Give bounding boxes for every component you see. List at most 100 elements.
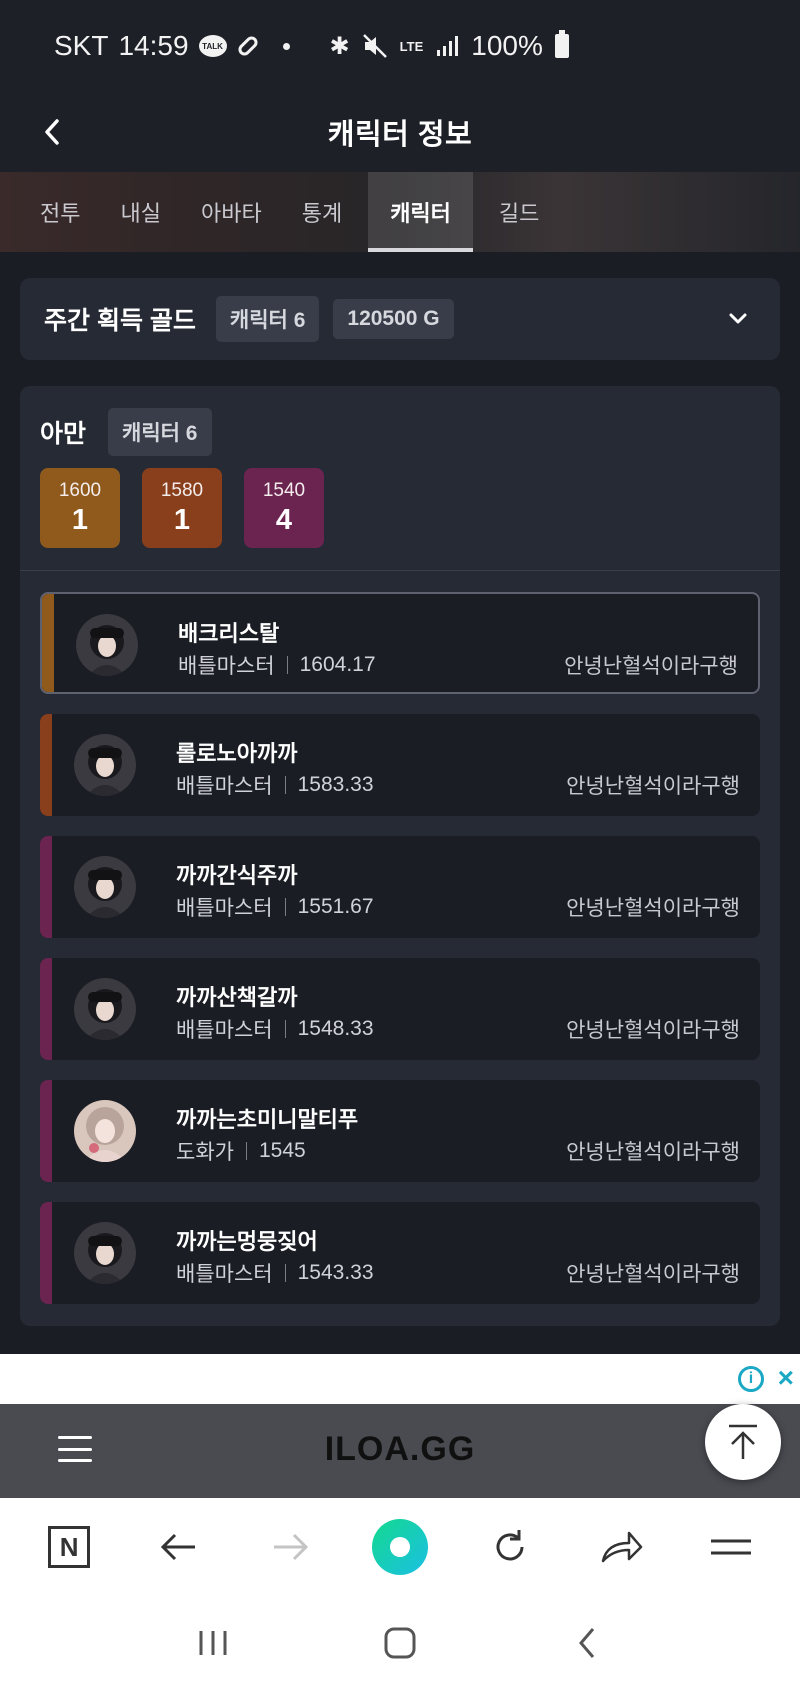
ad-close-icon[interactable]: × bbox=[778, 1362, 794, 1394]
character-class: 배틀마스터 bbox=[178, 655, 275, 678]
character-class: 도화가 bbox=[176, 1141, 234, 1164]
weekly-gold-card[interactable]: 주간 획득 골드 캐릭터 6 120500 G bbox=[20, 278, 780, 360]
character-meta: 배틀마스터 1583.33 bbox=[176, 770, 374, 800]
app-header: 캐릭터 정보 bbox=[0, 92, 800, 172]
character-meta: 도화가 1545 bbox=[176, 1136, 306, 1166]
character-name: 까까간식주까 bbox=[176, 863, 298, 888]
chevron-left-icon bbox=[45, 119, 59, 145]
system-back-button[interactable] bbox=[557, 1613, 617, 1673]
tab-avatar[interactable]: 아바타 bbox=[181, 172, 282, 252]
character-row[interactable]: 까까산책갈까 배틀마스터 1548.33 안녕난혈석이라구행 bbox=[40, 958, 760, 1060]
character-item-level: 1604.17 bbox=[299, 653, 376, 676]
tab-guild[interactable]: 길드 bbox=[479, 172, 559, 252]
battlemaster-avatar bbox=[74, 978, 136, 1040]
artist-avatar bbox=[74, 1100, 136, 1162]
expand-button[interactable] bbox=[720, 301, 756, 337]
character-row[interactable]: 까까는멍뭉짖어 배틀마스터 1543.33 안녕난혈석이라구행 bbox=[40, 1202, 760, 1304]
page-title: 캐릭터 정보 bbox=[327, 119, 473, 151]
battery-percent: 100% bbox=[471, 30, 543, 61]
battlemaster-avatar bbox=[74, 1222, 136, 1284]
refresh-icon bbox=[496, 1530, 524, 1561]
level-count: 4 bbox=[275, 503, 293, 536]
recent-apps-button[interactable] bbox=[183, 1613, 243, 1673]
naver-home-button[interactable]: N bbox=[39, 1517, 99, 1577]
share-button[interactable] bbox=[591, 1517, 651, 1577]
green-dot-button[interactable] bbox=[370, 1517, 430, 1577]
character-guild: 안녕난혈석이라구행 bbox=[564, 655, 738, 678]
character-guild: 안녕난혈석이라구행 bbox=[566, 1263, 740, 1286]
separator bbox=[245, 1142, 247, 1160]
character-guild: 안녕난혈석이라구행 bbox=[566, 897, 740, 920]
level-value: 1540 bbox=[262, 479, 306, 501]
tab-stats[interactable]: 통계 bbox=[282, 172, 362, 252]
menu-icon bbox=[710, 1539, 751, 1555]
tab-battle[interactable]: 전투 bbox=[20, 172, 100, 252]
chevron-left-icon bbox=[578, 1627, 594, 1658]
level-box-1580: 1580 1 bbox=[142, 468, 222, 548]
naver-n-icon: N bbox=[48, 1526, 91, 1568]
status-bar: SKT 14:59 TALK ✱ LTE 100% bbox=[0, 0, 800, 92]
notification-dot-icon bbox=[282, 42, 290, 50]
level-count: 1 bbox=[173, 503, 191, 536]
character-row[interactable]: 롤로노아까까 배틀마스터 1583.33 안녕난혈석이라구행 bbox=[40, 714, 760, 816]
character-row[interactable]: 배크리스탈 배틀마스터 1604.17 안녕난혈석이라구행 bbox=[40, 592, 760, 694]
character-guild: 안녕난혈석이라구행 bbox=[566, 1019, 740, 1042]
server-character-count-chip: 캐릭터 6 bbox=[108, 408, 212, 456]
character-item-level: 1545 bbox=[258, 1139, 306, 1162]
battlemaster-avatar bbox=[74, 856, 136, 918]
level-count: 1 bbox=[71, 503, 89, 536]
browser-forward-button[interactable] bbox=[260, 1517, 320, 1577]
home-button[interactable] bbox=[370, 1613, 430, 1673]
home-icon bbox=[384, 1627, 416, 1658]
clock-label: 14:59 bbox=[118, 30, 189, 61]
character-class: 배틀마스터 bbox=[176, 1019, 273, 1042]
browser-menu-button[interactable] bbox=[701, 1517, 761, 1577]
kakaotalk-icon: TALK bbox=[198, 35, 227, 57]
mute-icon bbox=[362, 34, 387, 58]
refresh-button[interactable] bbox=[480, 1517, 540, 1577]
character-item-level: 1551.67 bbox=[297, 895, 374, 918]
arrow-up-icon bbox=[729, 1424, 757, 1459]
android-nav-bar bbox=[0, 1596, 800, 1689]
battlemaster-avatar bbox=[76, 614, 138, 676]
character-name: 까까는초미니말티푸 bbox=[176, 1107, 359, 1132]
character-name: 롤로노아까까 bbox=[176, 741, 298, 766]
browser-back-button[interactable] bbox=[149, 1517, 209, 1577]
tab-character[interactable]: 캐릭터 bbox=[368, 172, 473, 252]
separator bbox=[284, 898, 286, 916]
weekly-gold-title: 주간 획득 골드 bbox=[44, 307, 196, 335]
character-class: 배틀마스터 bbox=[176, 897, 273, 920]
pill-icon bbox=[235, 33, 260, 59]
arrow-right-icon bbox=[273, 1533, 308, 1561]
separator bbox=[286, 656, 288, 674]
gold-character-count-chip: 캐릭터 6 bbox=[215, 296, 320, 342]
character-name: 배크리스탈 bbox=[178, 621, 280, 646]
character-class: 배틀마스터 bbox=[176, 1263, 273, 1286]
level-box-1540: 1540 4 bbox=[244, 468, 324, 548]
level-summary: 1600 1 1580 1 1540 4 bbox=[40, 468, 324, 548]
character-list: 배크리스탈 배틀마스터 1604.17 안녕난혈석이라구행 롤로노아까까 배틀마… bbox=[40, 592, 760, 1324]
server-header: 아만 캐릭터 6 bbox=[40, 408, 212, 456]
gold-total-chip: 120500 G bbox=[333, 299, 454, 339]
ad-banner[interactable]: i × bbox=[0, 1354, 800, 1404]
level-value: 1600 bbox=[58, 479, 102, 501]
character-meta: 배틀마스터 1604.17 bbox=[178, 650, 376, 680]
character-name: 까까산책갈까 bbox=[176, 985, 298, 1010]
character-row[interactable]: 까까는초미니말티푸 도화가 1545 안녕난혈석이라구행 bbox=[40, 1080, 760, 1182]
site-bar: ILOA.GG bbox=[0, 1404, 800, 1498]
ad-info-icon[interactable]: i bbox=[738, 1366, 764, 1392]
separator bbox=[284, 1264, 286, 1282]
back-button[interactable] bbox=[28, 108, 76, 156]
signal-icon bbox=[437, 36, 459, 56]
arrow-left-icon bbox=[161, 1533, 196, 1561]
separator bbox=[284, 776, 286, 794]
site-logo[interactable]: ILOA.GG bbox=[0, 1430, 800, 1469]
row-accent bbox=[40, 1202, 52, 1304]
scroll-to-top-button[interactable] bbox=[705, 1404, 781, 1480]
tab-interior[interactable]: 내실 bbox=[100, 172, 180, 252]
network-type-label: LTE bbox=[399, 38, 424, 54]
row-accent bbox=[40, 836, 52, 938]
character-class: 배틀마스터 bbox=[176, 775, 273, 798]
character-row[interactable]: 까까간식주까 배틀마스터 1551.67 안녕난혈석이라구행 bbox=[40, 836, 760, 938]
separator bbox=[284, 1020, 286, 1038]
